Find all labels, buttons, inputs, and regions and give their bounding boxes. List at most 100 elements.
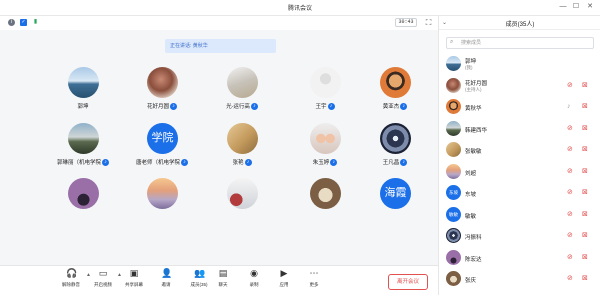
leave-meeting-button[interactable]: 离开会议 [388,274,428,290]
participant-tile[interactable]: 学院 唐老师（机电学院 ♪ [122,123,202,181]
participant-tile[interactable] [202,178,282,236]
more-button[interactable]: ⋯ 更多 [298,268,330,294]
camera-off-icon[interactable]: ⊠ [582,254,588,262]
mic-icon: ♪ [170,103,177,111]
camera-off-icon[interactable]: ⊠ [582,125,588,133]
participant-name-row: 张艳 ♪ [202,158,282,167]
member-name: 东坡 [465,192,477,198]
mic-muted-icon[interactable]: ⊘ [567,82,573,90]
member-row[interactable]: 冯振科 ⊘ ⊠ [439,226,600,246]
participant-tile[interactable]: 黄亚杰 ♪ [355,67,435,125]
participant-tile[interactable]: 郭坤 [43,67,123,125]
toolbar-button-label: 录制 [249,282,259,287]
mic-icon: ♪ [244,159,252,167]
member-row[interactable]: 张庆 ⊘ ⊠ [439,269,600,289]
mic-muted-icon[interactable]: ⊘ [567,125,573,133]
chat-icon: ▤ [218,268,228,278]
fullscreen-icon[interactable]: ⛶ [424,18,433,27]
audio-options-caret[interactable]: ▲ [86,272,91,278]
member-row[interactable]: 张敏敏 ⊘ ⊠ [439,140,600,160]
record-button[interactable]: ◉ 录制 [238,268,270,294]
member-name: 花好月圆 [465,80,488,87]
member-row[interactable]: 郭坤 (我) [439,54,600,74]
participant-avatar [227,178,258,209]
member-row[interactable]: 东坡 东坡 ⊘ ⊠ [439,183,600,203]
chat-button[interactable]: ▤ 聊天 [207,268,239,294]
video-gallery: 正在讲话: 黄秋华 郭坤 花好月圆 ♪ 光-运行高 ♪ 王宇 ♪ 黄亚杰 ♪ 郭琳丽（机电学院 ♪ 学… [0,30,438,281]
video-options-caret[interactable]: ▲ [117,272,122,278]
member-row[interactable]: 陈宏达 ⊘ ⊠ [439,248,600,268]
member-search-input[interactable]: 搜索成员 [446,37,594,49]
members-icon: 👥 [194,268,206,278]
mic-muted-icon[interactable]: ⊘ [567,211,573,219]
camera-off-icon[interactable]: ⊠ [582,211,588,219]
participant-tile[interactable]: 张艳 ♪ [202,123,282,181]
toolbar-button-label: 共享屏幕 [125,282,143,287]
member-row[interactable]: 韩建西华 ⊘ ⊠ [439,119,600,139]
headset-button[interactable]: 🎧 解除静音 [55,268,87,294]
camera-off-icon[interactable]: ⊠ [582,82,588,90]
info-icon[interactable]: i [8,19,15,26]
mic-muted-icon[interactable]: ⊘ [567,232,573,240]
participant-tile[interactable]: 郭琳丽（机电学院 ♪ [43,123,123,181]
member-row[interactable]: 黄秋华 ♪ ⊠ [439,97,600,117]
participant-tile[interactable]: 花好月圆 ♪ [122,67,202,125]
participant-tile[interactable]: 光-运行高 ♪ [202,67,282,125]
member-avatar [446,56,461,71]
member-row[interactable]: 花好月圆 (主持人) ⊘ ⊠ [439,76,600,96]
participant-name: 王凡昌 [382,160,400,166]
member-name: 张敏敏 [465,149,482,155]
mic-icon: ♪ [327,103,335,111]
mic-icon: ♪ [102,159,109,167]
meeting-timer: 30:43 [395,18,417,27]
participant-tile[interactable]: 朱玉婷 ♪ [285,123,365,181]
member-avatar [446,120,461,136]
member-name: 黄秋华 [465,106,482,112]
invite-button[interactable]: 👤 邀请 [150,268,182,294]
participant-name-row: 唐老师（机电学院 ♪ [122,158,202,167]
participant-name: 花好月圆 [146,104,169,110]
apps-icon: ▶ [280,268,288,278]
participant-tile[interactable]: 王凡昌 ♪ [355,123,435,181]
mic-muted-icon[interactable]: ⊘ [567,146,573,154]
participant-tile[interactable] [285,178,365,236]
apps-button[interactable]: ▶ 应用 [268,268,300,294]
camera-off-icon[interactable]: ⊠ [582,232,588,240]
member-name: 韩建西华 [465,127,488,134]
toolbar-button-label: 解除静音 [62,282,80,287]
participant-tile[interactable]: 海霞 [355,178,435,236]
participant-avatar [68,178,99,209]
participant-name: 张艳 [232,160,244,166]
mic-muted-icon[interactable]: ⊘ [567,254,573,262]
member-avatar [446,99,461,114]
mic-icon[interactable]: ♪ [567,103,571,111]
window-title: 腾讯会议 [287,6,312,12]
meeting-info-bar: i ✓ ▮ 30:43 ⛶ [0,16,438,30]
members-panel: ⌄ 成员(35人) ⌕ 搜索成员 郭坤 (我) 花好月圆 (主持人) ⊘ ⊠ 黄秋华 ♪ ⊠ 韩建… [438,16,600,295]
member-row[interactable]: 敏敏 敏敏 ⊘ ⊠ [439,205,600,225]
camera-off-icon[interactable]: ⊠ [582,146,588,154]
camera-off-icon[interactable]: ⊠ [582,168,588,176]
mic-muted-icon[interactable]: ⊘ [567,275,573,283]
camera-off-icon[interactable]: ⊠ [582,189,588,197]
camera-off-icon[interactable]: ⊠ [582,103,588,111]
record-icon: ◉ [250,268,258,278]
participant-tile[interactable]: 王宇 ♪ [285,67,365,125]
share-screen-button[interactable]: ▣ 共享屏幕 [118,268,150,294]
participant-tile[interactable] [122,178,202,236]
mic-muted-icon[interactable]: ⊘ [567,168,573,176]
camera-off-icon[interactable]: ⊠ [582,275,588,283]
toolbar-button-label: 应用 [279,282,289,287]
maximize-icon[interactable]: ☐ [571,2,581,12]
close-icon[interactable]: ✕ [585,2,595,12]
signal-icon[interactable]: ▮ [32,19,39,26]
participant-tile[interactable] [43,178,123,236]
participant-avatar [147,67,178,98]
shield-icon[interactable]: ✓ [20,19,27,26]
member-row[interactable]: 刘超 ⊘ ⊠ [439,162,600,182]
minimize-icon[interactable]: — [558,2,568,12]
meeting-window: 腾讯会议 — ☐ ✕ i ✓ ▮ 30:43 ⛶ 正在讲话: 黄秋华 郭坤 花好月… [0,0,600,295]
video-button[interactable]: ▭ 开启视频 [87,268,119,294]
mic-muted-icon[interactable]: ⊘ [567,189,573,197]
participant-avatar: 海霞 [380,178,411,209]
